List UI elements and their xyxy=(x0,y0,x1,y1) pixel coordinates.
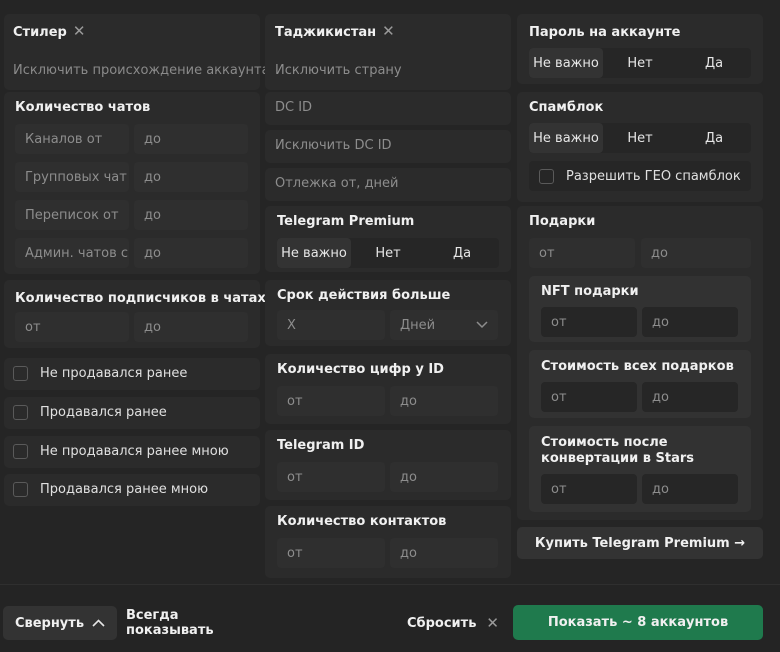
checkbox-icon xyxy=(13,405,28,420)
dialogs-from-input[interactable]: Переписок от xyxy=(15,200,129,230)
checkbox-label: Продавался ранее xyxy=(40,405,167,420)
password-no-option[interactable]: Нет xyxy=(603,48,677,78)
exclude-country-input[interactable]: Исключить страну xyxy=(275,63,402,78)
checkbox-label: Продавался ранее мною xyxy=(40,482,209,497)
subs-title: Количество подписчиков в чатах xyxy=(15,291,266,306)
country-tag[interactable]: Таджикистан ✕ xyxy=(275,24,395,41)
stars-title-line-1: Стоимость после xyxy=(541,435,668,450)
filter-panel: Стилер ✕ Исключить происхождение аккаунта… xyxy=(0,0,780,652)
contacts-to-input[interactable]: до xyxy=(390,538,498,568)
total-title: Стоимость всех подарков xyxy=(541,359,734,374)
premium-title: Telegram Premium xyxy=(277,214,415,229)
contacts-title: Количество контактов xyxy=(277,514,447,529)
premium-any-option[interactable]: Не важно xyxy=(277,238,351,268)
spam-yes-option[interactable]: Да xyxy=(677,123,751,153)
always-show-button[interactable]: Всегда показывать xyxy=(126,606,260,640)
rest-days-input[interactable]: Отлежка от, дней xyxy=(275,176,399,191)
country-label: Таджикистан xyxy=(275,25,377,40)
channels-to-input[interactable]: до xyxy=(134,124,248,154)
close-icon: ✕ xyxy=(486,614,499,632)
reset-button[interactable]: Сбросить ✕ xyxy=(404,606,502,640)
gifts-from-input[interactable]: от xyxy=(529,238,635,268)
channels-from-input[interactable]: Каналов от xyxy=(15,124,129,154)
not-sold-by-me-checkbox[interactable]: Не продавался ранее мною xyxy=(13,444,229,459)
close-icon[interactable]: ✕ xyxy=(382,24,395,39)
checkbox-label: Не продавался ранее xyxy=(40,366,188,381)
groups-from-input[interactable]: Групповых чат xyxy=(15,162,129,192)
stealer-label: Стилер xyxy=(13,25,67,40)
sold-by-me-checkbox[interactable]: Продавался ранее мною xyxy=(13,482,208,497)
password-any-option[interactable]: Не важно xyxy=(529,48,603,78)
geo-spam-checkbox[interactable]: Разрешить ГЕО спамблок xyxy=(529,161,751,191)
chats-title: Количество чатов xyxy=(15,100,151,115)
validity-x-input[interactable]: Х xyxy=(277,310,385,340)
spam-title: Спамблок xyxy=(529,100,604,115)
stars-to-input[interactable]: до xyxy=(642,474,738,504)
show-accounts-button[interactable]: Показать ~ 8 аккаунтов xyxy=(513,605,763,640)
exclude-origin-input[interactable]: Исключить происхождение аккаунта xyxy=(13,63,270,78)
nft-to-input[interactable]: до xyxy=(642,307,738,337)
admin-to-input[interactable]: до xyxy=(134,238,248,268)
contacts-from-input[interactable]: от xyxy=(277,538,385,568)
validity-unit-select[interactable]: Дней xyxy=(390,310,498,340)
subs-to-input[interactable]: до xyxy=(134,312,248,342)
nft-title: NFT подарки xyxy=(541,284,639,299)
spam-any-option[interactable]: Не важно xyxy=(529,123,603,153)
checkbox-icon xyxy=(13,366,28,381)
password-toggle: Не важно Нет Да xyxy=(529,48,751,78)
admin-from-input[interactable]: Админ. чатов с xyxy=(15,238,129,268)
gifts-to-input[interactable]: до xyxy=(641,238,751,268)
checkbox-icon xyxy=(13,482,28,497)
collapse-label: Свернуть xyxy=(14,615,85,631)
total-from-input[interactable]: от xyxy=(541,382,637,412)
groups-to-input[interactable]: до xyxy=(134,162,248,192)
chevron-down-icon xyxy=(476,321,488,329)
close-icon[interactable]: ✕ xyxy=(73,24,86,39)
checkbox-label: Не продавался ранее мною xyxy=(40,444,229,459)
collapse-button[interactable]: Свернуть xyxy=(3,606,117,640)
bottom-bar: Свернуть Всегда показывать Сбросить ✕ Пок… xyxy=(0,584,780,652)
nft-from-input[interactable]: от xyxy=(541,307,637,337)
spam-no-option[interactable]: Нет xyxy=(603,123,677,153)
premium-yes-option[interactable]: Да xyxy=(425,238,499,268)
validity-unit-label: Дней xyxy=(400,317,436,333)
spam-toggle: Не важно Нет Да xyxy=(529,123,751,153)
stars-from-input[interactable]: от xyxy=(541,474,637,504)
digits-from-input[interactable]: от xyxy=(277,386,385,416)
digits-title: Количество цифр у ID xyxy=(277,362,444,377)
password-yes-option[interactable]: Да xyxy=(677,48,751,78)
dc-id-input[interactable]: DC ID xyxy=(275,100,312,115)
dialogs-to-input[interactable]: до xyxy=(134,200,248,230)
tgid-title: Telegram ID xyxy=(277,438,365,453)
tgid-from-input[interactable]: от xyxy=(277,462,385,492)
total-to-input[interactable]: до xyxy=(642,382,738,412)
exclude-dc-input[interactable]: Исключить DC ID xyxy=(275,138,392,153)
stars-title-line-2: конвертации в Stars xyxy=(541,451,695,466)
checkbox-icon xyxy=(13,444,28,459)
chevron-up-icon xyxy=(92,619,105,627)
subs-from-input[interactable]: от xyxy=(15,312,129,342)
not-sold-before-checkbox[interactable]: Не продавался ранее xyxy=(13,366,187,381)
validity-title: Срок действия больше xyxy=(277,288,451,303)
gifts-title: Подарки xyxy=(529,214,596,229)
buy-premium-button[interactable]: Купить Telegram Premium → xyxy=(517,527,763,559)
stealer-tag[interactable]: Стилер ✕ xyxy=(13,24,86,41)
digits-to-input[interactable]: до xyxy=(390,386,498,416)
tgid-to-input[interactable]: до xyxy=(390,462,498,492)
premium-toggle: Не важно Нет Да xyxy=(277,238,499,268)
premium-no-option[interactable]: Нет xyxy=(351,238,425,268)
reset-label: Сбросить xyxy=(406,615,477,631)
checkbox-icon xyxy=(539,168,554,184)
sold-before-checkbox[interactable]: Продавался ранее xyxy=(13,405,167,420)
geo-spam-label: Разрешить ГЕО спамблок xyxy=(566,168,741,184)
password-title: Пароль на аккаунте xyxy=(529,25,681,40)
